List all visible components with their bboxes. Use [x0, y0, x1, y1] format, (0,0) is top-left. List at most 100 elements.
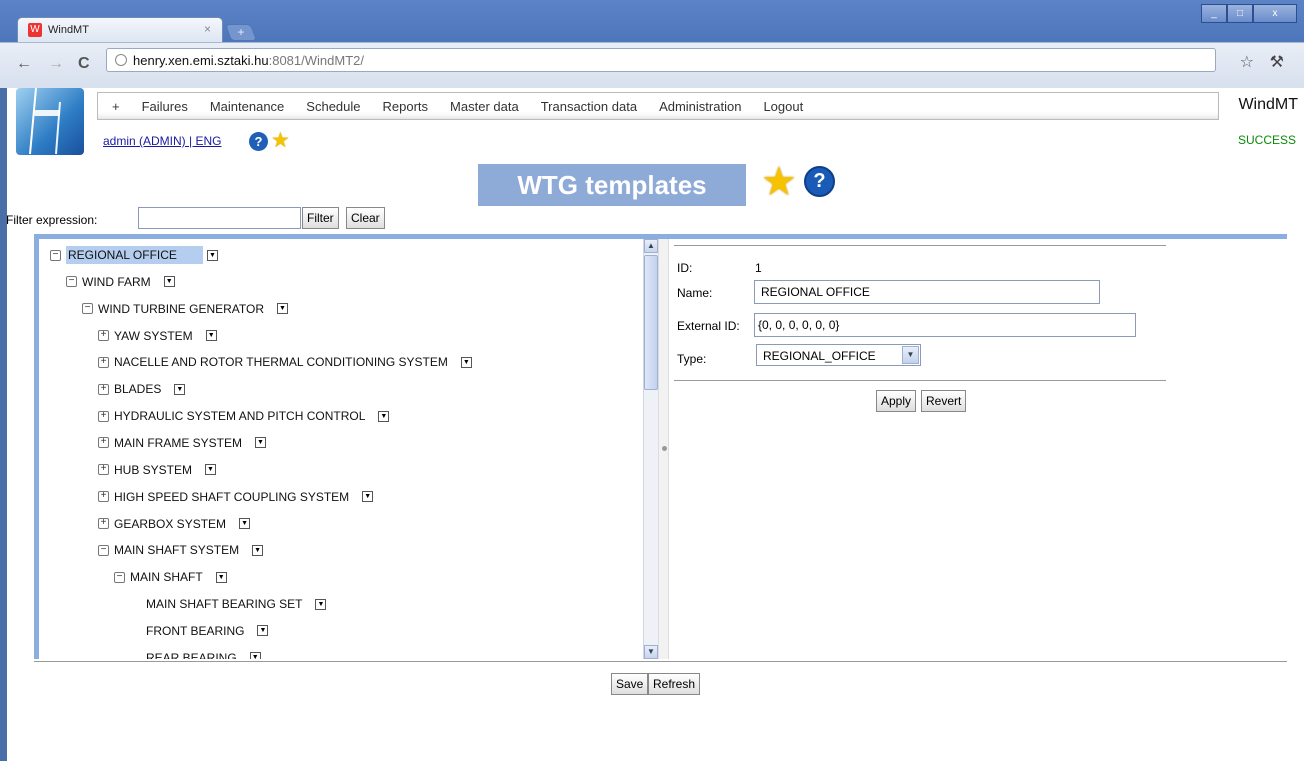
- type-select[interactable]: REGIONAL_OFFICE ▼: [756, 344, 921, 366]
- node-menu-dropdown-icon[interactable]: ▼: [205, 330, 217, 342]
- tree-node[interactable]: + HYDRAULIC SYSTEM AND PITCH CONTROL ▼: [98, 406, 390, 426]
- tree-node[interactable]: + BLADES ▼: [98, 379, 186, 399]
- apply-button[interactable]: Apply: [876, 390, 917, 412]
- minimize-button[interactable]: _: [1201, 4, 1227, 23]
- node-menu-dropdown-icon[interactable]: ▼: [378, 410, 390, 422]
- menu-item-add[interactable]: +: [112, 99, 120, 114]
- tree-node-label[interactable]: MAIN FRAME SYSTEM: [114, 435, 245, 451]
- expand-icon[interactable]: +: [98, 383, 109, 395]
- collapse-icon[interactable]: −: [82, 303, 93, 315]
- browser-tab[interactable]: W WindMT ×: [17, 17, 223, 42]
- scroll-thumb[interactable]: [644, 255, 658, 390]
- menu-item-transaction-data[interactable]: Transaction data: [541, 99, 637, 114]
- favorite-star-icon[interactable]: ★: [271, 128, 290, 153]
- tree-node-label[interactable]: YAW SYSTEM: [114, 328, 196, 344]
- tree-node[interactable]: MAIN SHAFT BEARING SET ▼: [146, 594, 327, 614]
- favorite-star-large-icon[interactable]: ★: [761, 158, 797, 206]
- collapse-icon[interactable]: −: [114, 571, 125, 583]
- address-bar[interactable]: henry.xen.emi.sztaki.hu:8081/WindMT2/: [106, 48, 1216, 72]
- help-large-icon[interactable]: ?: [804, 166, 835, 197]
- expand-icon[interactable]: +: [98, 437, 109, 449]
- user-language-link[interactable]: admin (ADMIN) | ENG: [103, 134, 221, 148]
- tree-node-label[interactable]: BLADES: [114, 381, 164, 397]
- tree-node-label[interactable]: FRONT BEARING: [146, 623, 247, 639]
- clear-button[interactable]: Clear: [346, 207, 385, 229]
- node-menu-dropdown-icon[interactable]: ▼: [252, 544, 264, 556]
- tab-close-icon[interactable]: ×: [204, 22, 211, 36]
- tree-node[interactable]: + HUB SYSTEM ▼: [98, 460, 217, 480]
- tree-node[interactable]: + NACELLE AND ROTOR THERMAL CONDITIONING …: [98, 352, 472, 372]
- tree-node[interactable]: REAR BEARING ▼: [146, 648, 261, 659]
- close-window-button[interactable]: x: [1253, 4, 1297, 23]
- tree-node[interactable]: + MAIN FRAME SYSTEM ▼: [98, 433, 267, 453]
- node-menu-dropdown-icon[interactable]: ▼: [205, 464, 217, 476]
- tree-node-label[interactable]: MAIN SHAFT: [130, 569, 206, 585]
- collapse-icon[interactable]: −: [66, 276, 77, 288]
- expand-icon[interactable]: +: [98, 330, 109, 342]
- node-menu-dropdown-icon[interactable]: ▼: [206, 249, 218, 261]
- expand-icon[interactable]: +: [98, 356, 109, 368]
- menu-item-maintenance[interactable]: Maintenance: [210, 99, 284, 114]
- tree-node-label[interactable]: MAIN SHAFT SYSTEM: [114, 542, 242, 558]
- refresh-button[interactable]: Refresh: [648, 673, 701, 695]
- tree-node[interactable]: + YAW SYSTEM ▼: [98, 326, 217, 346]
- save-button[interactable]: Save: [611, 673, 649, 695]
- bookmark-star-icon[interactable]: ☆: [1240, 52, 1254, 72]
- filter-input[interactable]: [138, 207, 301, 229]
- tree-node-label[interactable]: WIND FARM: [82, 274, 154, 290]
- menu-item-failures[interactable]: Failures: [142, 99, 188, 114]
- tree-node[interactable]: + GEARBOX SYSTEM ▼: [98, 514, 251, 534]
- node-menu-dropdown-icon[interactable]: ▼: [215, 571, 227, 583]
- splitter-handle[interactable]: [662, 446, 667, 451]
- node-menu-dropdown-icon[interactable]: ▼: [277, 303, 289, 315]
- node-menu-dropdown-icon[interactable]: ▼: [249, 652, 261, 659]
- tree-node-label[interactable]: HUB SYSTEM: [114, 462, 195, 478]
- name-input[interactable]: [754, 280, 1100, 304]
- scroll-down-arrow-icon[interactable]: ▼: [644, 645, 658, 659]
- expand-icon[interactable]: +: [98, 464, 109, 476]
- revert-button[interactable]: Revert: [921, 390, 967, 412]
- tree-node-label[interactable]: HIGH SPEED SHAFT COUPLING SYSTEM: [114, 489, 352, 505]
- menu-item-schedule[interactable]: Schedule: [306, 99, 360, 114]
- scroll-up-arrow-icon[interactable]: ▲: [644, 239, 658, 253]
- node-menu-dropdown-icon[interactable]: ▼: [315, 598, 327, 610]
- tree-node[interactable]: − MAIN SHAFT ▼: [114, 567, 227, 587]
- external-id-input[interactable]: [754, 313, 1136, 337]
- wrench-icon[interactable]: ⚒: [1270, 52, 1284, 72]
- collapse-icon[interactable]: −: [50, 249, 61, 261]
- expand-icon[interactable]: +: [98, 518, 109, 529]
- tree-node-label[interactable]: NACELLE AND ROTOR THERMAL CONDITIONING S…: [114, 354, 451, 370]
- menu-item-administration[interactable]: Administration: [659, 99, 741, 114]
- tree-node-label[interactable]: GEARBOX SYSTEM: [114, 516, 229, 532]
- tree-scrollbar[interactable]: ▲ ▼: [643, 239, 658, 659]
- tree-node[interactable]: − WIND FARM ▼: [66, 272, 175, 292]
- collapse-icon[interactable]: −: [98, 544, 109, 556]
- tree-node-label[interactable]: HYDRAULIC SYSTEM AND PITCH CONTROL: [114, 408, 368, 424]
- tree-node[interactable]: − REGIONAL OFFICE ▼: [50, 245, 218, 265]
- tree-node[interactable]: + HIGH SPEED SHAFT COUPLING SYSTEM ▼: [98, 487, 374, 507]
- help-icon[interactable]: ?: [249, 132, 268, 151]
- menu-item-logout[interactable]: Logout: [763, 99, 803, 114]
- node-menu-dropdown-icon[interactable]: ▼: [362, 491, 374, 503]
- maximize-button[interactable]: □: [1227, 4, 1253, 23]
- tree-node-label[interactable]: REAR BEARING: [146, 650, 240, 659]
- tree-node-label[interactable]: REGIONAL OFFICE: [66, 246, 203, 264]
- forward-arrow-icon[interactable]: →: [48, 55, 64, 73]
- menu-item-reports[interactable]: Reports: [383, 99, 429, 114]
- tree-node-label[interactable]: MAIN SHAFT BEARING SET: [146, 596, 305, 612]
- tree-node[interactable]: − MAIN SHAFT SYSTEM ▼: [98, 540, 264, 560]
- expand-icon[interactable]: +: [98, 410, 109, 422]
- back-arrow-icon[interactable]: ←: [16, 55, 32, 73]
- tree-node-label[interactable]: WIND TURBINE GENERATOR: [98, 301, 267, 317]
- panel-splitter[interactable]: [658, 239, 669, 659]
- expand-icon[interactable]: +: [98, 491, 109, 503]
- tree-node[interactable]: − WIND TURBINE GENERATOR ▼: [82, 299, 289, 319]
- filter-button[interactable]: Filter: [302, 207, 339, 229]
- tree-node[interactable]: FRONT BEARING ▼: [146, 621, 269, 641]
- node-menu-dropdown-icon[interactable]: ▼: [239, 518, 251, 529]
- menu-item-master-data[interactable]: Master data: [450, 99, 519, 114]
- chevron-down-icon[interactable]: ▼: [902, 346, 919, 364]
- node-menu-dropdown-icon[interactable]: ▼: [257, 625, 269, 637]
- node-menu-dropdown-icon[interactable]: ▼: [255, 437, 267, 449]
- node-menu-dropdown-icon[interactable]: ▼: [174, 383, 186, 395]
